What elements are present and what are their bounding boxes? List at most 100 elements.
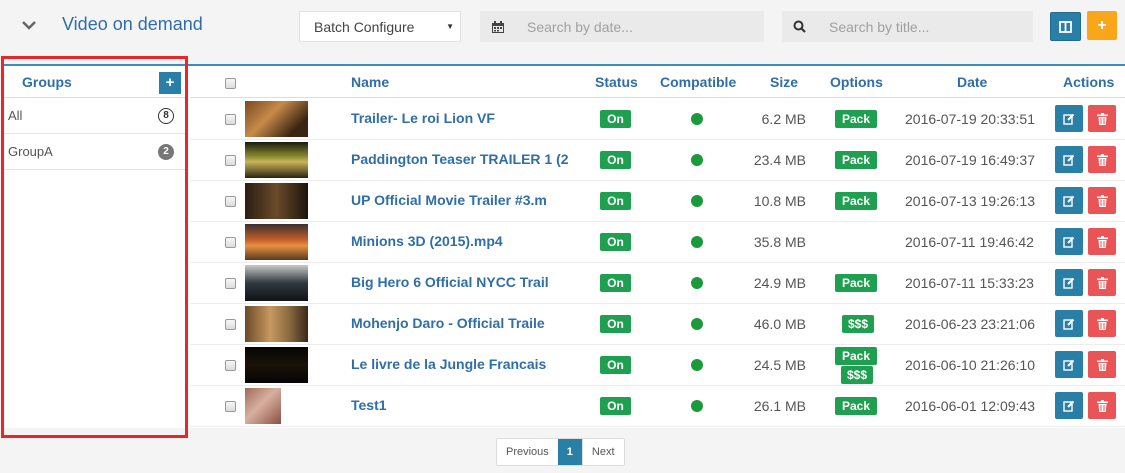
delete-button[interactable] [1088, 351, 1116, 378]
compatible-indicator [691, 277, 703, 289]
row-checkbox[interactable] [225, 401, 236, 412]
group-item-groupa[interactable]: GroupA 2 [4, 134, 185, 170]
option-badge: $$$ [841, 366, 873, 384]
delete-button[interactable] [1088, 146, 1116, 173]
video-thumbnail[interactable] [245, 142, 308, 178]
date-search-input[interactable] [515, 11, 764, 42]
pagination-next[interactable]: Next [581, 439, 624, 465]
delete-button[interactable] [1088, 105, 1116, 132]
edit-icon [1063, 318, 1075, 330]
delete-button[interactable] [1088, 228, 1116, 255]
plus-icon: + [1097, 16, 1107, 34]
upload-date: 2016-06-01 12:09:43 [905, 398, 1035, 414]
video-thumbnail[interactable] [245, 265, 308, 301]
trash-icon [1096, 276, 1108, 289]
table-row: Minions 3D (2015).mp4 On 35.8 MB 2016-07… [190, 222, 1125, 263]
compatible-indicator [691, 359, 703, 371]
columns-icon [1059, 20, 1072, 33]
edit-icon [1063, 195, 1075, 207]
title-search-group [782, 11, 1033, 42]
delete-button[interactable] [1088, 392, 1116, 419]
delete-button[interactable] [1088, 269, 1116, 296]
video-title-link[interactable]: Le livre de la Jungle Francais [351, 356, 546, 372]
batch-configure-select[interactable]: Batch Configure ▼ [299, 11, 461, 42]
column-header-compatible[interactable]: Compatible [660, 74, 736, 90]
group-label: All [8, 108, 23, 123]
column-header-date[interactable]: Date [957, 74, 987, 90]
pagination: Previous 1 Next [496, 438, 625, 466]
video-title-link[interactable]: Mohenjo Daro - Official Traile [351, 315, 545, 331]
video-title-link[interactable]: Minions 3D (2015).mp4 [351, 233, 503, 249]
video-title-link[interactable]: Test1 [351, 397, 387, 413]
status-badge[interactable]: On [600, 192, 631, 210]
edit-button[interactable] [1055, 269, 1083, 296]
trash-icon [1096, 112, 1108, 125]
video-thumbnail[interactable] [245, 347, 308, 383]
delete-button[interactable] [1088, 187, 1116, 214]
delete-button[interactable] [1088, 310, 1116, 337]
video-title-link[interactable]: UP Official Movie Trailer #3.m [351, 192, 547, 208]
compatible-indicator [691, 318, 703, 330]
status-badge[interactable]: On [600, 315, 631, 333]
row-checkbox[interactable] [225, 360, 236, 371]
edit-button[interactable] [1055, 228, 1083, 255]
columns-toggle-button[interactable] [1050, 12, 1081, 41]
row-checkbox[interactable] [225, 237, 236, 248]
column-header-status[interactable]: Status [595, 74, 638, 90]
file-size: 24.9 MB [753, 275, 806, 291]
option-badge: $$$ [842, 315, 874, 333]
compatible-indicator [691, 154, 703, 166]
file-size: 46.0 MB [753, 316, 806, 332]
file-size: 6.2 MB [761, 111, 806, 127]
edit-icon [1063, 400, 1075, 412]
status-badge[interactable]: On [600, 151, 631, 169]
column-header-options[interactable]: Options [830, 74, 883, 90]
video-thumbnail[interactable] [245, 224, 308, 260]
group-count-badge: 2 [158, 144, 174, 160]
table-row: Test1 On 26.1 MB Pack 2016-06-01 12:09:4… [190, 386, 1125, 427]
row-checkbox[interactable] [225, 114, 236, 125]
row-checkbox[interactable] [225, 155, 236, 166]
page-title: Video on demand [62, 14, 203, 34]
video-thumbnail[interactable] [245, 388, 281, 424]
collapse-chevron-icon[interactable] [18, 14, 40, 36]
edit-button[interactable] [1055, 392, 1083, 419]
column-header-name[interactable]: Name [351, 74, 389, 90]
video-thumbnail[interactable] [245, 306, 308, 342]
row-checkbox[interactable] [225, 278, 236, 289]
edit-button[interactable] [1055, 105, 1083, 132]
status-badge[interactable]: On [600, 233, 631, 251]
video-title-link[interactable]: Big Hero 6 Official NYCC Trail [351, 274, 549, 290]
row-checkbox[interactable] [225, 196, 236, 207]
option-badge: Pack [835, 274, 877, 292]
trash-icon [1096, 358, 1108, 371]
status-badge[interactable]: On [600, 356, 631, 374]
date-search-group [480, 11, 764, 42]
pagination-page-current[interactable]: 1 [557, 439, 582, 465]
video-thumbnail[interactable] [245, 101, 308, 137]
group-item-all[interactable]: All 8 [4, 98, 185, 134]
option-badge: Pack [835, 151, 877, 169]
status-badge[interactable]: On [600, 110, 631, 128]
edit-icon [1063, 359, 1075, 371]
video-thumbnail[interactable] [245, 183, 308, 219]
select-all-checkbox[interactable] [225, 78, 236, 89]
column-header-size[interactable]: Size [770, 74, 798, 90]
video-title-link[interactable]: Trailer- Le roi Lion VF [351, 110, 495, 126]
edit-button[interactable] [1055, 351, 1083, 378]
status-badge[interactable]: On [600, 274, 631, 292]
video-title-link[interactable]: Paddington Teaser TRAILER 1 (2 [351, 151, 569, 167]
option-badge: Pack [835, 192, 877, 210]
pagination-previous[interactable]: Previous [497, 439, 558, 465]
table-row: Trailer- Le roi Lion VF On 6.2 MB Pack 2… [190, 99, 1125, 140]
add-group-button[interactable]: + [159, 72, 181, 94]
edit-button[interactable] [1055, 187, 1083, 214]
search-icon [782, 11, 817, 42]
title-search-input[interactable] [817, 11, 1033, 42]
edit-button[interactable] [1055, 146, 1083, 173]
row-checkbox[interactable] [225, 319, 236, 330]
file-size: 35.8 MB [753, 234, 806, 250]
edit-button[interactable] [1055, 310, 1083, 337]
add-video-button[interactable]: + [1087, 11, 1117, 40]
status-badge[interactable]: On [600, 397, 631, 415]
